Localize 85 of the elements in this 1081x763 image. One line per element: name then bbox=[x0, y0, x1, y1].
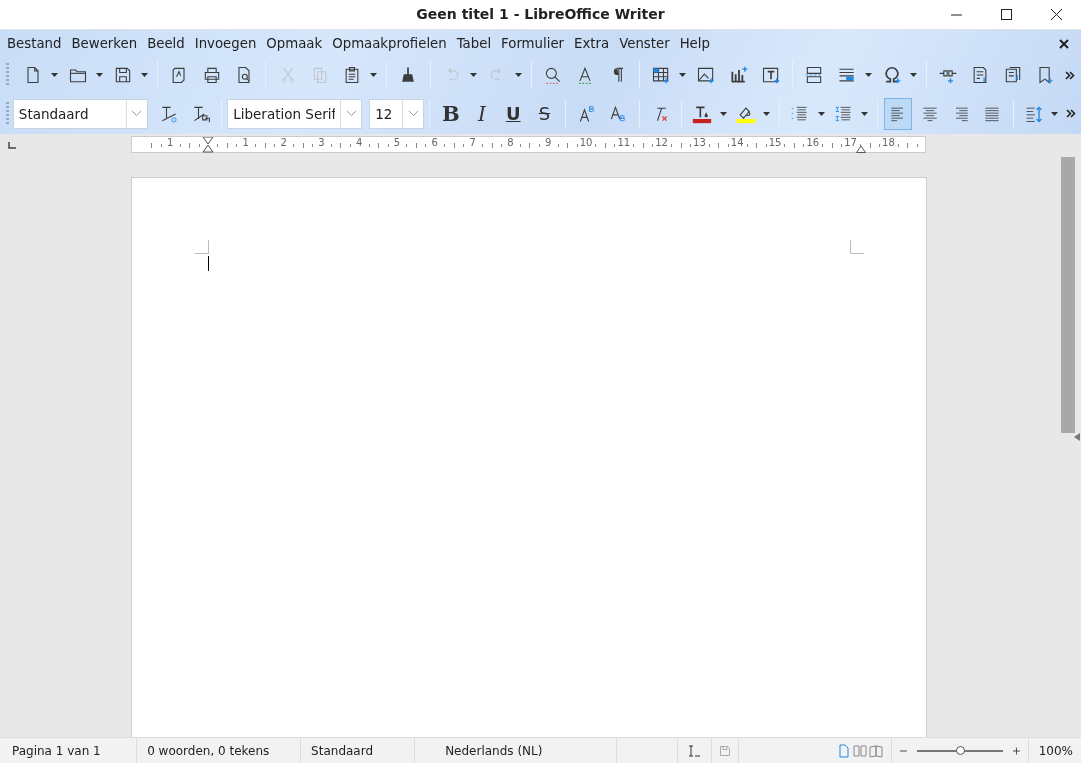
caret-icon bbox=[96, 73, 104, 77]
font-size-dropdown[interactable]: 12 bbox=[369, 98, 425, 129]
bold-button[interactable]: B bbox=[436, 97, 465, 130]
italic-button[interactable]: I bbox=[467, 97, 497, 130]
ruler-number: 2 bbox=[280, 137, 287, 148]
text-cursor bbox=[208, 256, 209, 271]
ruler-number: 6 bbox=[431, 137, 438, 148]
ruler-number: 16 bbox=[806, 137, 820, 148]
align-left-button[interactable] bbox=[884, 97, 913, 130]
menu-item[interactable]: Beeld bbox=[142, 36, 190, 51]
sidebar-toggle-icon[interactable] bbox=[1074, 433, 1080, 441]
ruler-number: 10 bbox=[579, 137, 593, 148]
word-count: 0 woorden, 0 tekens bbox=[147, 743, 270, 758]
text-cursor-icon[interactable] bbox=[687, 744, 702, 757]
ruler-number: 18 bbox=[882, 137, 895, 148]
page-style: Standaard bbox=[311, 743, 374, 758]
ruler-number: 12 bbox=[655, 137, 668, 148]
zoom-percentage[interactable]: 100% bbox=[1038, 743, 1073, 758]
ruler-number: 1 bbox=[242, 137, 249, 148]
caret-icon bbox=[861, 111, 869, 116]
ruler-number: 3 bbox=[318, 137, 325, 148]
menu-item[interactable]: Tabel bbox=[451, 36, 497, 51]
book-icon bbox=[868, 743, 883, 758]
language-label[interactable]: Nederlands (NL) bbox=[445, 743, 543, 758]
close-icon bbox=[1059, 38, 1069, 49]
window-title: Geen titel 1 - LibreOffice Writer bbox=[416, 6, 665, 22]
chevron-down-icon bbox=[345, 110, 357, 117]
caret-icon bbox=[1051, 111, 1059, 116]
toolbar-handle[interactable] bbox=[6, 63, 9, 87]
scrollbar-thumb[interactable] bbox=[1061, 157, 1075, 433]
caret-icon bbox=[719, 111, 727, 116]
caret-icon bbox=[864, 73, 872, 77]
zoom-slider-thumb[interactable] bbox=[955, 745, 965, 755]
ruler-number: 15 bbox=[768, 137, 782, 148]
two-pages-icon bbox=[852, 743, 867, 758]
menu-item[interactable]: Bewerken bbox=[66, 36, 143, 51]
minimize-icon bbox=[950, 13, 962, 16]
menu-item[interactable]: Bestand bbox=[2, 36, 67, 51]
close-document-button[interactable] bbox=[1059, 38, 1069, 49]
caret-icon bbox=[370, 73, 378, 77]
caret-icon bbox=[763, 111, 771, 116]
menu-item[interactable]: Opmaak bbox=[261, 36, 328, 51]
margin-corner-icon bbox=[850, 240, 864, 254]
indent-marker-icon[interactable] bbox=[855, 146, 866, 153]
margin-corner-icon bbox=[195, 240, 209, 254]
single-page-icon bbox=[836, 743, 851, 758]
zoom-in-icon[interactable] bbox=[1012, 746, 1020, 755]
menu-item[interactable]: Formulier bbox=[496, 36, 570, 51]
chevron-down-icon bbox=[407, 110, 419, 117]
chevron-icon bbox=[1065, 70, 1076, 80]
ruler-number: 13 bbox=[693, 137, 706, 148]
ruler-number: 7 bbox=[469, 137, 476, 148]
chevron-down-icon bbox=[131, 110, 143, 117]
caret-icon bbox=[469, 73, 477, 77]
ruler-number: 5 bbox=[393, 137, 401, 148]
menu-item[interactable]: Opmaakprofielen bbox=[327, 36, 452, 51]
paragraph-style-dropdown[interactable]: Standaard bbox=[12, 98, 148, 129]
book-view-button[interactable] bbox=[868, 742, 883, 759]
caret-icon bbox=[51, 73, 59, 77]
ruler-number: 14 bbox=[730, 137, 744, 148]
indent-marker-icon[interactable] bbox=[202, 137, 214, 153]
caret-icon bbox=[909, 73, 917, 77]
ruler-number: 11 bbox=[617, 137, 631, 148]
ruler-number: 1 bbox=[167, 137, 174, 148]
tab-stop-icon[interactable] bbox=[8, 142, 16, 149]
close-icon bbox=[1050, 9, 1062, 20]
underline-button[interactable]: U bbox=[499, 97, 528, 130]
maximize-icon bbox=[1000, 9, 1012, 20]
toolbar-handle[interactable] bbox=[6, 101, 9, 126]
menu-item[interactable]: Invoegen bbox=[189, 36, 262, 51]
ruler-number: 17 bbox=[844, 137, 857, 148]
zoom-slider[interactable] bbox=[916, 749, 1003, 752]
strikethrough-button[interactable]: S bbox=[530, 97, 559, 130]
caret-icon bbox=[679, 73, 687, 77]
ruler-number: 9 bbox=[545, 137, 552, 148]
chevron-icon bbox=[1065, 109, 1076, 118]
caret-icon bbox=[141, 73, 149, 77]
caret-icon bbox=[515, 73, 522, 77]
ruler-number: 4 bbox=[356, 137, 363, 148]
ruler-number: 8 bbox=[507, 137, 514, 148]
caret-icon bbox=[817, 111, 825, 116]
menu-item[interactable]: Venster bbox=[614, 36, 675, 51]
menu-item[interactable]: Extra bbox=[569, 36, 615, 51]
menu-item[interactable]: Help bbox=[674, 36, 715, 51]
page-count: Pagina 1 van 1 bbox=[12, 743, 101, 758]
